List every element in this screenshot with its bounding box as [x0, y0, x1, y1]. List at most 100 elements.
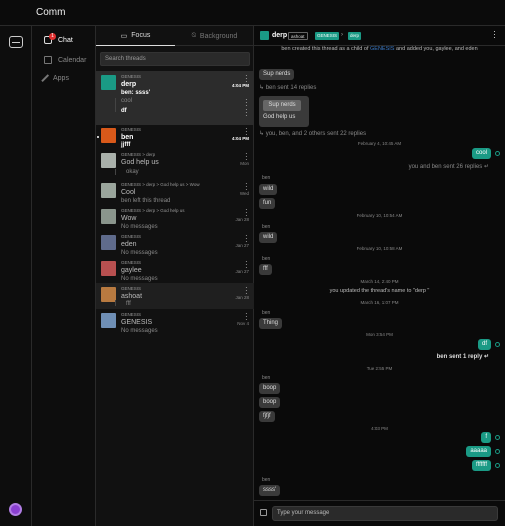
thread-item-wow[interactable]: GENESIS > derp > God help us Wow No mess…: [96, 205, 254, 231]
message-bubble-mine[interactable]: f: [481, 432, 491, 443]
more-options-icon[interactable]: · · ·: [245, 72, 248, 86]
thread-avatar: [101, 128, 116, 143]
more-options-icon[interactable]: · · ·: [245, 150, 248, 164]
subthread-branch: [115, 98, 120, 112]
replies-link[interactable]: ben sent 1 reply ↵: [437, 353, 489, 360]
thread-item-god-help-us[interactable]: GENESIS > derp God help us Mon · · · okay: [96, 149, 254, 179]
thread-item-genesis[interactable]: GENESIS GENESIS No messages Nov 4 · · ·: [96, 309, 254, 335]
replies-link[interactable]: you and ben sent 26 replies ↵: [409, 163, 489, 170]
conversation-header: derp ashoat GENESIS › derp · · ·: [254, 26, 505, 46]
message-bubble-mine[interactable]: df: [477, 339, 491, 350]
thread-last-message: ben: ssss': [121, 90, 151, 96]
sender-name: ben: [262, 175, 271, 181]
thread-avatar: [101, 153, 116, 168]
timestamp: Tue 2:55 PM: [366, 366, 393, 371]
conversation-panel: derp ashoat GENESIS › derp · · · ben creat…: [254, 26, 505, 526]
timestamp: February 4, 10:45 AM: [357, 141, 402, 146]
thread-avatar: [260, 31, 269, 40]
delivered-check-icon: [495, 342, 500, 347]
thread-item-eden[interactable]: GENESIS eden No messages Jan 27 · · ·: [96, 231, 254, 257]
more-options-icon[interactable]: · · ·: [245, 180, 248, 194]
message-bubble[interactable]: boop: [259, 397, 281, 408]
thread-community: GENESIS: [121, 127, 142, 132]
calendar-icon: [44, 56, 52, 64]
subthread-name[interactable]: fff: [126, 301, 131, 307]
more-options-icon[interactable]: · · ·: [493, 27, 496, 42]
thread-title: derp: [272, 32, 288, 39]
thread-item-gaylee[interactable]: GENESIS gaylee No messages Jan 27 · · ·: [96, 257, 254, 283]
more-options-icon[interactable]: · · ·: [245, 206, 248, 220]
message-bubble[interactable]: Sup nerds: [259, 69, 295, 80]
message-bubble[interactable]: fff: [259, 264, 272, 275]
more-options-icon[interactable]: · · ·: [245, 232, 248, 246]
sidebar-item-apps[interactable]: Apps: [41, 71, 69, 85]
subthread-name[interactable]: df: [121, 108, 127, 114]
replies-link[interactable]: ↳ ben sent 14 replies: [259, 84, 316, 91]
comm-logo-icon[interactable]: [9, 503, 22, 516]
message-bubble-mine[interactable]: aaaaa: [466, 446, 491, 457]
message-list: ben created this thread as a child of GE…: [254, 46, 505, 500]
sidebar-item-chat[interactable]: 1 Chat: [44, 33, 73, 47]
more-options-icon[interactable]: · · ·: [245, 310, 248, 324]
thread-avatar: [101, 235, 116, 250]
thread-community: GENESIS > derp: [121, 152, 156, 157]
inbox-icon[interactable]: [9, 36, 23, 48]
app-title: Comm: [36, 7, 66, 18]
thread-last-message: No messages: [121, 250, 158, 256]
sidebar-item-calendar[interactable]: Calendar: [44, 53, 86, 67]
top-bar: Comm: [0, 0, 505, 26]
thread-name: ben: [121, 134, 134, 141]
message-bubble[interactable]: ssss': [259, 485, 281, 496]
sidebar-nav: 1 Chat Calendar Apps: [32, 26, 96, 526]
thread-avatar: [101, 287, 116, 302]
message-input[interactable]: Type your message: [272, 506, 498, 521]
message-bubble[interactable]: Thing: [259, 318, 283, 329]
system-message: you updated the thread's name to "derp ": [329, 288, 430, 294]
timestamp: February 10, 10:58 AM: [356, 246, 403, 251]
message-bubble-mine[interactable]: cool: [471, 148, 491, 159]
message-bubble[interactable]: boop: [259, 383, 281, 394]
thread-name: gaylee: [121, 267, 142, 274]
tab-focus[interactable]: ▭ Focus: [96, 26, 175, 46]
thread-item-ben[interactable]: GENESIS ben jjfff 4:04 PM · · ·: [96, 125, 254, 149]
subthread-name[interactable]: okay: [126, 169, 139, 175]
sidebar-item-label: Chat: [58, 36, 73, 44]
thread-item-derp[interactable]: GENESIS derp ben: ssss' 4:04 PM · · · cool…: [96, 71, 254, 125]
message-bubble[interactable]: Sup nerds God help us: [259, 96, 309, 127]
thread-item-cool[interactable]: GENESIS > derp > God help us > Wow Cool …: [96, 179, 254, 205]
breadcrumb-genesis[interactable]: GENESIS: [315, 32, 340, 40]
thread-community: GENESIS: [121, 74, 142, 79]
thread-name: Wow: [121, 215, 137, 222]
search-input[interactable]: Search threads: [100, 52, 250, 66]
sidebar-item-label: Apps: [53, 74, 69, 82]
message-bubble[interactable]: wild: [259, 232, 278, 243]
thread-avatar: [101, 313, 116, 328]
thread-link[interactable]: GENESIS: [370, 46, 394, 52]
replies-link[interactable]: ↳ you, ben, and 2 others sent 22 replies: [259, 130, 366, 137]
image-upload-icon[interactable]: [260, 509, 267, 516]
thread-community: GENESIS: [121, 312, 142, 317]
thread-name: ashoat: [121, 293, 143, 300]
thread-avatar: [101, 261, 116, 276]
breadcrumb-derp[interactable]: derp: [348, 32, 362, 40]
message-bubble[interactable]: wild: [259, 184, 278, 195]
delivered-check-icon: [495, 435, 500, 440]
message-bubble[interactable]: fjfjf: [259, 411, 275, 422]
more-options-icon[interactable]: · · ·: [245, 284, 248, 298]
message-bubble-mine[interactable]: fffffff: [471, 460, 491, 471]
tab-background[interactable]: ⍉ Background: [175, 26, 254, 46]
thread-community: GENESIS: [121, 286, 142, 291]
thread-name: God help us: [121, 159, 159, 166]
more-options-icon[interactable]: · · ·: [245, 258, 248, 272]
chat-bubble-icon: ▭: [120, 32, 128, 40]
thread-item-ashoat[interactable]: GENESIS ashoat fff Jan 28 · · ·: [96, 283, 254, 309]
breadcrumb-ashoat[interactable]: ashoat: [288, 32, 308, 40]
more-options-icon[interactable]: · · ·: [245, 106, 248, 120]
sender-name: ben: [262, 310, 271, 316]
message-bubble[interactable]: fun: [259, 198, 276, 209]
subthread-name[interactable]: cool: [121, 98, 132, 104]
more-options-icon[interactable]: · · ·: [245, 125, 248, 139]
thread-last-message: No messages: [121, 224, 158, 230]
left-rail: [0, 26, 32, 526]
delivered-check-icon: [495, 463, 500, 468]
